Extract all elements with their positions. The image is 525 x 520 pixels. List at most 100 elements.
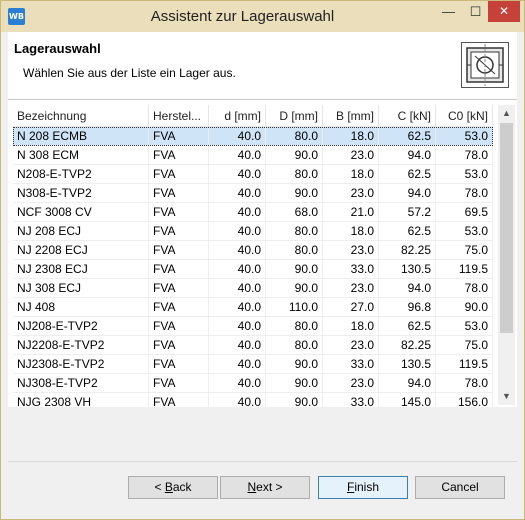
cell-designation: N 308 ECM — [13, 146, 149, 164]
app-icon: WB — [8, 8, 25, 25]
cell-c: 62.5 — [379, 317, 436, 335]
cell-c0: 53.0 — [436, 222, 493, 240]
footer-divider — [8, 461, 517, 462]
cell-c: 62.5 — [379, 127, 436, 145]
table-row[interactable]: NJ 408 FVA 40.0 110.0 27.0 96.8 90.0 — [13, 298, 493, 317]
scroll-down-arrow-icon[interactable]: ▼ — [498, 388, 515, 405]
cell-outer-d: 90.0 — [266, 146, 323, 164]
table-row[interactable]: N208-E-TVP2 FVA 40.0 80.0 18.0 62.5 53.0 — [13, 165, 493, 184]
table-row[interactable]: NJ2308-E-TVP2 FVA 40.0 90.0 33.0 130.5 119.5 — [13, 355, 493, 374]
cell-c0: 78.0 — [436, 184, 493, 202]
table-row[interactable]: NJ 2308 ECJ FVA 40.0 90.0 33.0 130.5 119.5 — [13, 260, 493, 279]
cell-manufacturer: FVA — [149, 317, 209, 335]
cell-c0: 53.0 — [436, 165, 493, 183]
column-header-designation[interactable]: Bezeichnung — [13, 105, 149, 127]
cell-designation: NJ 208 ECJ — [13, 222, 149, 240]
cell-d: 40.0 — [209, 355, 266, 373]
scroll-up-arrow-icon[interactable]: ▲ — [498, 105, 515, 122]
scroll-thumb[interactable] — [500, 123, 513, 333]
cell-d: 40.0 — [209, 184, 266, 202]
cell-c0: 53.0 — [436, 317, 493, 335]
cell-c: 130.5 — [379, 260, 436, 278]
cell-c0: 75.0 — [436, 336, 493, 354]
cell-b: 18.0 — [323, 127, 379, 145]
minimize-button[interactable]: — — [435, 1, 462, 22]
cell-c: 62.5 — [379, 222, 436, 240]
window-title: Assistent zur Lagerauswahl — [150, 8, 335, 25]
cell-designation: NJ 2308 ECJ — [13, 260, 149, 278]
back-label: ack — [172, 480, 192, 494]
cell-manufacturer: FVA — [149, 222, 209, 240]
cell-c0: 78.0 — [436, 279, 493, 297]
cell-d: 40.0 — [209, 393, 266, 407]
column-header-outer-d[interactable]: D [mm] — [266, 105, 323, 127]
cell-d: 40.0 — [209, 222, 266, 240]
cell-b: 18.0 — [323, 317, 379, 335]
column-header-d[interactable]: d [mm] — [209, 105, 266, 127]
cell-d: 40.0 — [209, 298, 266, 316]
table-row[interactable]: N 308 ECM FVA 40.0 90.0 23.0 94.0 78.0 — [13, 146, 493, 165]
cell-b: 33.0 — [323, 260, 379, 278]
table-row[interactable]: NJ208-E-TVP2 FVA 40.0 80.0 18.0 62.5 53.0 — [13, 317, 493, 336]
cell-c: 62.5 — [379, 165, 436, 183]
cell-outer-d: 80.0 — [266, 165, 323, 183]
column-header-manufacturer[interactable]: Herstel... — [149, 105, 209, 127]
cell-b: 18.0 — [323, 222, 379, 240]
table-header: Bezeichnung Herstel... d [mm] D [mm] B [… — [13, 105, 493, 127]
cell-designation: NJ 2208 ECJ — [13, 241, 149, 259]
bearing-table[interactable]: Bezeichnung Herstel... d [mm] D [mm] B [… — [8, 100, 517, 407]
cell-designation: NJ208-E-TVP2 — [13, 317, 149, 335]
cell-d: 40.0 — [209, 203, 266, 221]
maximize-button[interactable]: ☐ — [462, 1, 489, 22]
next-accel: N — [247, 480, 257, 494]
cell-c: 94.0 — [379, 374, 436, 392]
table-row[interactable]: NJ 2208 ECJ FVA 40.0 80.0 23.0 82.25 75.0 — [13, 241, 493, 260]
cell-manufacturer: FVA — [149, 336, 209, 354]
cell-outer-d: 80.0 — [266, 127, 323, 145]
cell-manufacturer: FVA — [149, 127, 209, 145]
page-title: Lagerauswahl — [14, 41, 101, 56]
column-header-c[interactable]: C [kN] — [379, 105, 436, 127]
cancel-button[interactable]: Cancel — [415, 476, 505, 499]
table-row[interactable]: NJ2208-E-TVP2 FVA 40.0 80.0 23.0 82.25 75.0 — [13, 336, 493, 355]
cell-manufacturer: FVA — [149, 241, 209, 259]
cell-outer-d: 90.0 — [266, 279, 323, 297]
cell-outer-d: 80.0 — [266, 241, 323, 259]
cell-manufacturer: FVA — [149, 260, 209, 278]
cell-c0: 119.5 — [436, 260, 493, 278]
table-row[interactable]: NJ 208 ECJ FVA 40.0 80.0 18.0 62.5 53.0 — [13, 222, 493, 241]
cell-designation: NCF 3008 CV — [13, 203, 149, 221]
table-body: N 208 ECMB FVA 40.0 80.0 18.0 62.5 53.0 N 308 E… — [13, 127, 493, 407]
cell-c: 82.25 — [379, 336, 436, 354]
table-row[interactable]: NJ308-E-TVP2 FVA 40.0 90.0 23.0 94.0 78.0 — [13, 374, 493, 393]
cell-c: 96.8 — [379, 298, 436, 316]
cell-designation: NJ308-E-TVP2 — [13, 374, 149, 392]
finish-label: inish — [354, 480, 380, 494]
cell-outer-d: 90.0 — [266, 374, 323, 392]
cell-b: 23.0 — [323, 241, 379, 259]
cell-c0: 90.0 — [436, 298, 493, 316]
vertical-scrollbar[interactable]: ▲ ▼ — [498, 105, 515, 405]
finish-button[interactable]: Finish — [318, 476, 408, 499]
table-row[interactable]: N308-E-TVP2 FVA 40.0 90.0 23.0 94.0 78.0 — [13, 184, 493, 203]
cell-manufacturer: FVA — [149, 203, 209, 221]
table-row[interactable]: N 208 ECMB FVA 40.0 80.0 18.0 62.5 53.0 — [13, 127, 493, 146]
cell-outer-d: 90.0 — [266, 355, 323, 373]
table-row[interactable]: NJG 2308 VH FVA 40.0 90.0 33.0 145.0 156.0 — [13, 393, 493, 407]
close-button[interactable]: ✕ — [488, 1, 520, 22]
cell-designation: NJ2208-E-TVP2 — [13, 336, 149, 354]
cell-c0: 119.5 — [436, 355, 493, 373]
cell-outer-d: 90.0 — [266, 393, 323, 407]
table-row[interactable]: NJ 308 ECJ FVA 40.0 90.0 23.0 94.0 78.0 — [13, 279, 493, 298]
cell-d: 40.0 — [209, 374, 266, 392]
cell-designation: NJ 308 ECJ — [13, 279, 149, 297]
back-button[interactable]: < Back — [128, 476, 218, 499]
title-bar[interactable]: WB Assistent zur Lagerauswahl — ☐ ✕ — [1, 1, 524, 32]
table-row[interactable]: NCF 3008 CV FVA 40.0 68.0 21.0 57.2 69.5 — [13, 203, 493, 222]
cell-c0: 78.0 — [436, 146, 493, 164]
cell-designation: N208-E-TVP2 — [13, 165, 149, 183]
next-button[interactable]: Next > — [220, 476, 310, 499]
column-header-b[interactable]: B [mm] — [323, 105, 379, 127]
column-header-c0[interactable]: C0 [kN] — [436, 105, 493, 127]
cell-b: 23.0 — [323, 184, 379, 202]
